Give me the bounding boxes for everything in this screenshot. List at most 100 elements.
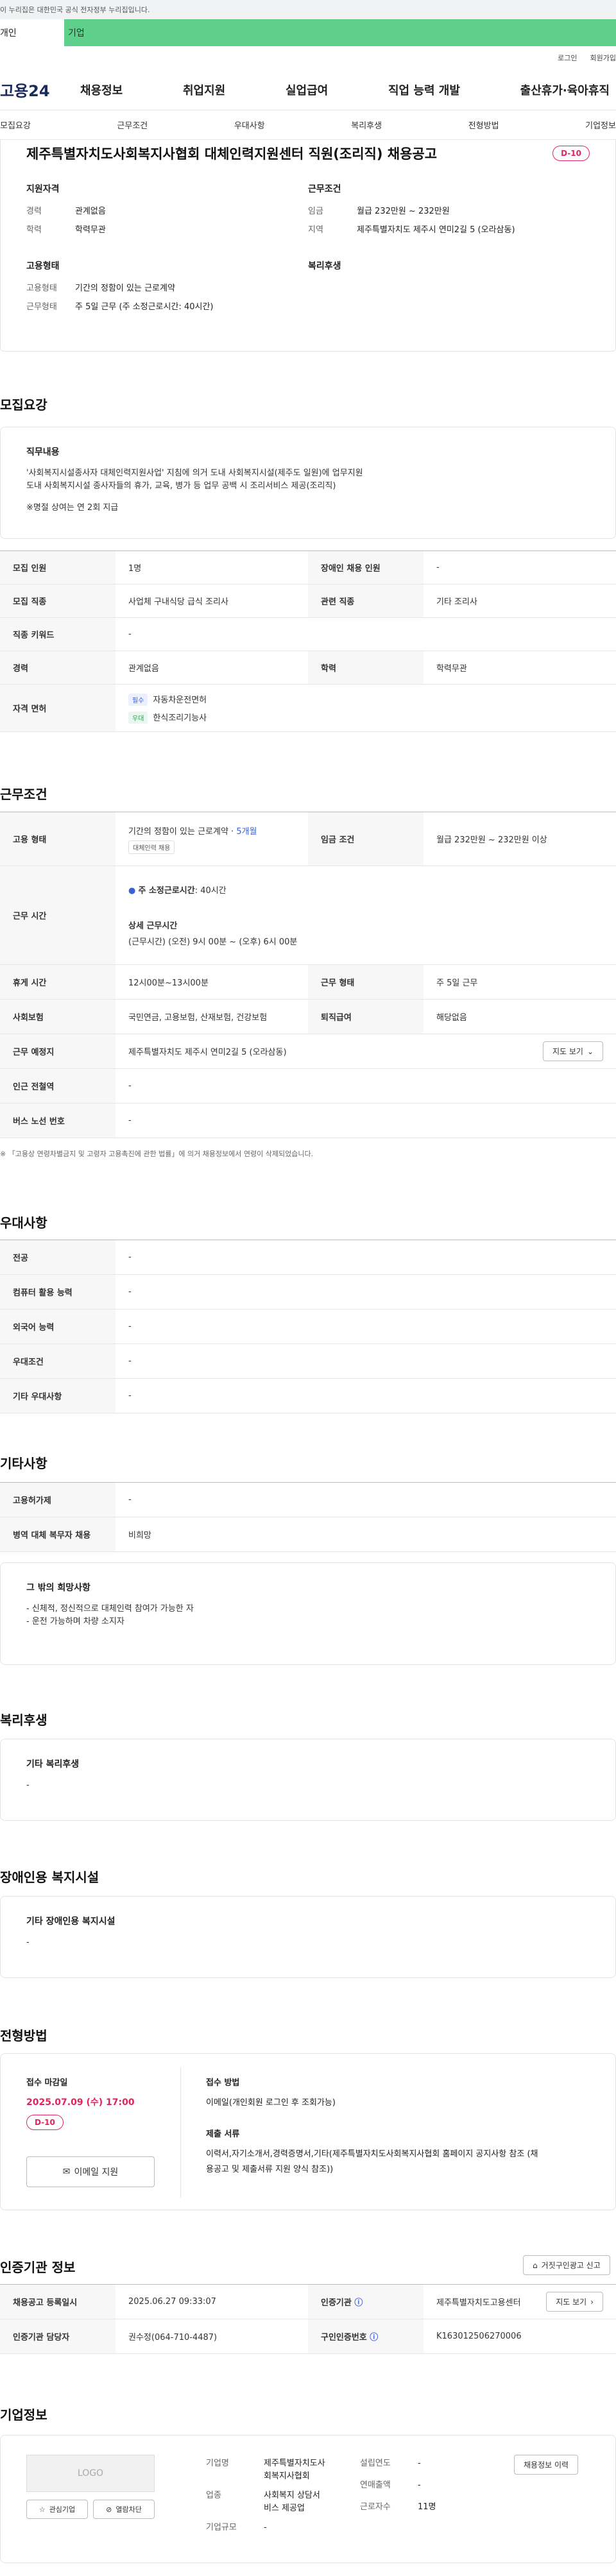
mail-icon: ✉ [62,2167,71,2177]
license-preferred-value: 한식조리기능사 [153,713,207,723]
gnb-item-skill-development[interactable]: 직업 능력 개발 [382,81,466,98]
conditions-table: 고용 형태 기간의 정함이 있는 근로계약 · 5개월 대체인력 채용 임금 조… [0,812,616,1138]
cond-subway-label: 인근 전철역 [0,1068,116,1104]
pref-cond-value: - [116,1343,616,1379]
agency-reg-value: 2025.06.27 09:33:07 [116,2284,308,2319]
summary-career-label: 경력 [26,207,42,216]
summary-welfare: 복리후생 [308,259,590,318]
section-tabs: 모집요강 근무조건 우대사항 복리후생 전형방법 기업정보 [0,110,616,140]
pref-major-label: 전공 [0,1240,116,1275]
email-apply-button[interactable]: ✉ 이메일 지원 [26,2156,155,2187]
pref-etc-label: 기타 우대사항 [0,1378,116,1413]
recruit-career-label: 경력 [0,651,116,685]
recruit-job-value: 사업체 구내식당 급식 조리사 [116,584,308,618]
job-title: 제주특별자치도사회복지사협회 대체인력지원센터 직원(조리직) 채용공고 [26,146,438,162]
recruit-disabled-label: 장애인 채용 인원 [308,550,424,584]
agency-map-button[interactable]: 지도 보기 › [546,2292,603,2312]
cond-hours-detail-label: 상세 근무시간 [128,921,178,931]
recruit-keyword-value: - [116,617,616,651]
job-history-label: 채용정보 이력 [524,2461,569,2469]
duty-line-3: ※명절 상여는 연 2회 지급 [26,503,119,513]
user-type-tabs: 개인 기업 [0,19,616,46]
process-box: 접수 마감일 2025.07.09 (수) 17:00 D-10 ✉ 이메일 지원… [0,2053,616,2210]
block-view-button[interactable]: ⊘ 열람차단 [93,2500,155,2519]
gov-notice-text: 이 누리집은 대한민국 공식 전자정부 누리집입니다. [0,6,150,14]
summary-cond-title: 근무조건 [308,184,341,194]
block-view-label: 열람차단 [116,2505,142,2514]
login-link[interactable]: 로그인 [558,53,577,63]
email-apply-label: 이메일 지원 [74,2167,119,2178]
house-icon: ⌂ [533,2260,538,2270]
site-logo[interactable]: 고용24 [0,78,74,101]
deadline-label: 접수 마감일 [26,2078,68,2088]
pref-major-value: - [116,1240,616,1275]
agency-name-text: 제주특별자치도고용센터 [436,2298,521,2308]
false-ad-report-label: 거짓구인광고 신고 [541,2261,601,2270]
company-founded-label: 설립연도 [360,2459,391,2468]
pref-pc-label: 컴퓨터 활용 능력 [0,1274,116,1309]
cond-hours-label: 근무 시간 [0,866,116,965]
summary-employment: 고용형태 고용형태 기간의 정함이 있는 근로계약 근무형태 주 5일 근무 (주 … [26,259,308,318]
summary-emp-title: 고용형태 [26,261,60,271]
gnb-item-jobs[interactable]: 채용정보 [74,81,129,98]
tab-conditions[interactable]: 근무조건 [117,119,148,131]
other-permit-label: 고용허가제 [0,1482,116,1517]
cond-place-value: 제주특별자치도 제주시 연미2길 5 (오라삼동) 지도 보기 ⌄ [116,1034,616,1069]
process-dday-badge: D-10 [26,2115,64,2130]
map-view-button[interactable]: 지도 보기 ⌄ [542,1041,603,1061]
wish-title: 그 밖의 희망사항 [26,1583,90,1593]
summary-conditions: 근무조건 임금 월급 232만원 ~ 232만원 지역 제주특별자치도 제주시 연미… [308,182,590,241]
tab-individual[interactable]: 개인 [0,19,64,46]
deadline-value: 2025.07.09 (수) 17:00 [26,2097,135,2108]
summary-qual-title: 지원자격 [26,184,60,194]
recruit-table: 모집 인원 1명 장애인 채용 인원 - 모집 직종 사업체 구내식당 급식 조… [0,550,616,732]
welfare-heading: 복리후생 [0,1712,47,1728]
gnb-item-unemployment-benefit[interactable]: 실업급여 [279,81,334,98]
welfare-etc-value: - [26,1780,30,1790]
gnb-menu: 채용정보 취업지원 실업급여 직업 능력 개발 출산휴가·육아휴직 [74,81,616,98]
agency-reqno-value: K163012506270006 [424,2319,616,2354]
pref-pc-value: - [116,1274,616,1309]
disabled-facility-title: 기타 장애인용 복지시설 [26,1916,116,1927]
license-required-value: 자동차운전면허 [153,695,207,705]
tab-preferences[interactable]: 우대사항 [234,119,265,131]
info-icon[interactable]: ⓘ [370,2333,378,2342]
tab-company[interactable]: 기업정보 [585,119,616,131]
duty-title: 직무내용 [26,447,60,457]
tab-process[interactable]: 전형방법 [468,119,499,131]
company-logo-placeholder: LOGO [26,2455,155,2492]
gnb-item-employment-support[interactable]: 취업지원 [176,81,232,98]
tab-welfare[interactable]: 복리후생 [351,119,382,131]
pref-cond-label: 우대조건 [0,1343,116,1379]
info-icon[interactable]: ⓘ [354,2298,363,2308]
other-military-value: 비희망 [116,1517,616,1552]
gnb-item-parental-leave[interactable]: 출산휴가·육아휴직 [514,81,616,98]
other-permit-value: - [116,1482,616,1517]
false-ad-report-button[interactable]: ⌂ 거짓구인광고 신고 [523,2255,610,2275]
docs-value-1: 이력서,자기소개서,경력증명서,기타(제주특별자치도사회복지사협회 홈페이지 공… [206,2149,538,2159]
summary-qualification: 지원자격 경력 관계없음 학력 학력무관 [26,182,308,241]
company-employees-value: 11명 [418,2502,436,2512]
summary-career-value: 관계없음 [75,207,106,216]
tab-recruit[interactable]: 모집요강 [0,119,31,131]
signup-link[interactable]: 회원가입 [590,53,616,63]
deadline-block: 접수 마감일 2025.07.09 (수) 17:00 D-10 [26,2076,135,2130]
utility-links: 로그인 회원가입 [0,46,616,69]
welfare-box: 기타 복리후생 - [0,1739,616,1821]
agency-reg-label: 채용공고 등록일시 [0,2284,116,2319]
license-required-tag: 필수 [128,693,148,706]
dday-badge: D-10 [552,146,590,161]
company-sales-value: - [418,2480,421,2490]
job-summary-card: 제주특별자치도사회복지사협회 대체인력지원센터 직원(조리직) 채용공고 D-1… [0,140,616,352]
favorite-company-button[interactable]: ☆ 관심기업 [26,2500,88,2519]
job-history-button[interactable]: 채용정보 이력 [514,2455,579,2475]
summary-emptype-value: 기간의 정함이 있는 근로계약 [75,284,175,293]
company-name-line-2: 회복지사협회 [264,2471,310,2481]
recruit-license-label: 자격 면허 [0,684,116,732]
cond-bus-label: 버스 노선 번호 [0,1103,116,1138]
tab-enterprise[interactable]: 기업 [64,19,616,46]
summary-emptype-label: 고용형태 [26,284,57,293]
pref-etc-value: - [116,1378,616,1413]
company-info-right: 설립연도 - 연매출액 - 근로자수 11명 [360,2457,436,2514]
recruit-count-label: 모집 인원 [0,550,116,584]
